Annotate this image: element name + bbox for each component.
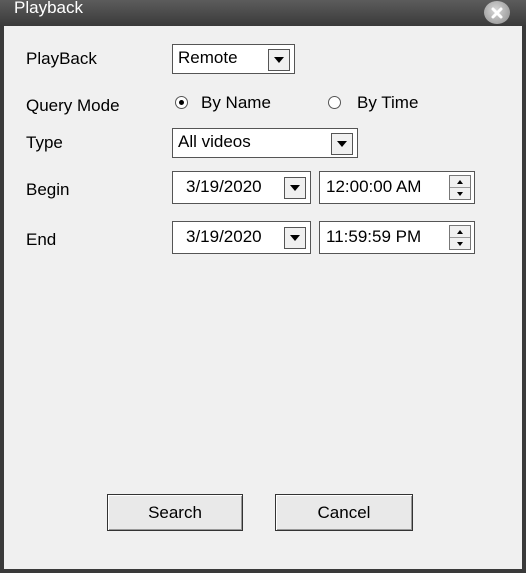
chevron-down-icon (274, 57, 284, 63)
search-button-label: Search (148, 502, 202, 522)
begin-date-picker[interactable]: 3/19/2020 (172, 171, 311, 204)
radio-by-time-label[interactable]: By Time (357, 93, 418, 113)
end-time-field[interactable]: 11:59:59 PM (319, 221, 475, 254)
radio-by-time[interactable] (328, 96, 341, 109)
playback-select-value: Remote (178, 48, 238, 67)
type-dropdown-button[interactable] (331, 133, 353, 155)
type-select[interactable]: All videos (172, 128, 358, 158)
end-date-picker[interactable]: 3/19/2020 (172, 221, 311, 254)
close-icon (491, 7, 503, 18)
playback-select[interactable]: Remote (172, 44, 295, 74)
radio-by-name[interactable] (175, 96, 188, 109)
type-select-value: All videos (178, 132, 251, 151)
chevron-down-icon (290, 235, 300, 241)
spin-up-button[interactable] (450, 176, 470, 188)
playback-dialog: Playback PlayBack Remote Query Mode By N… (0, 0, 526, 573)
chevron-down-icon (290, 185, 300, 191)
begin-date-dropdown-button[interactable] (284, 177, 306, 199)
arrow-down-icon (457, 241, 463, 246)
begin-label: Begin (26, 180, 70, 199)
begin-date-value: 3/19/2020 (186, 177, 262, 196)
close-button[interactable] (484, 1, 510, 24)
radio-by-name-label[interactable]: By Name (201, 93, 271, 113)
begin-time-field[interactable]: 12:00:00 AM (319, 171, 475, 204)
spin-up-button[interactable] (450, 226, 470, 238)
end-label: End (26, 230, 57, 249)
arrow-up-icon (457, 179, 463, 184)
spin-down-button[interactable] (450, 188, 470, 199)
end-date-value: 3/19/2020 (186, 227, 262, 246)
arrow-down-icon (457, 191, 463, 196)
arrow-up-icon (457, 229, 463, 234)
end-time-spinner[interactable] (449, 225, 471, 250)
search-button[interactable]: Search (107, 494, 243, 531)
cancel-button-label: Cancel (317, 502, 371, 522)
end-date-dropdown-button[interactable] (284, 227, 306, 249)
begin-time-value: 12:00:00 AM (326, 177, 422, 196)
type-label: Type (26, 133, 63, 152)
spin-down-button[interactable] (450, 238, 470, 249)
begin-time-spinner[interactable] (449, 175, 471, 200)
title-bar[interactable]: Playback (0, 0, 526, 26)
cancel-button[interactable]: Cancel (275, 494, 413, 531)
radio-selected-dot (179, 100, 184, 105)
end-time-value: 11:59:59 PM (326, 227, 422, 246)
window-title: Playback (14, 0, 83, 17)
query-mode-label: Query Mode (26, 96, 120, 115)
playback-dropdown-button[interactable] (268, 49, 290, 71)
chevron-down-icon (337, 141, 347, 147)
playback-label: PlayBack (26, 49, 97, 68)
